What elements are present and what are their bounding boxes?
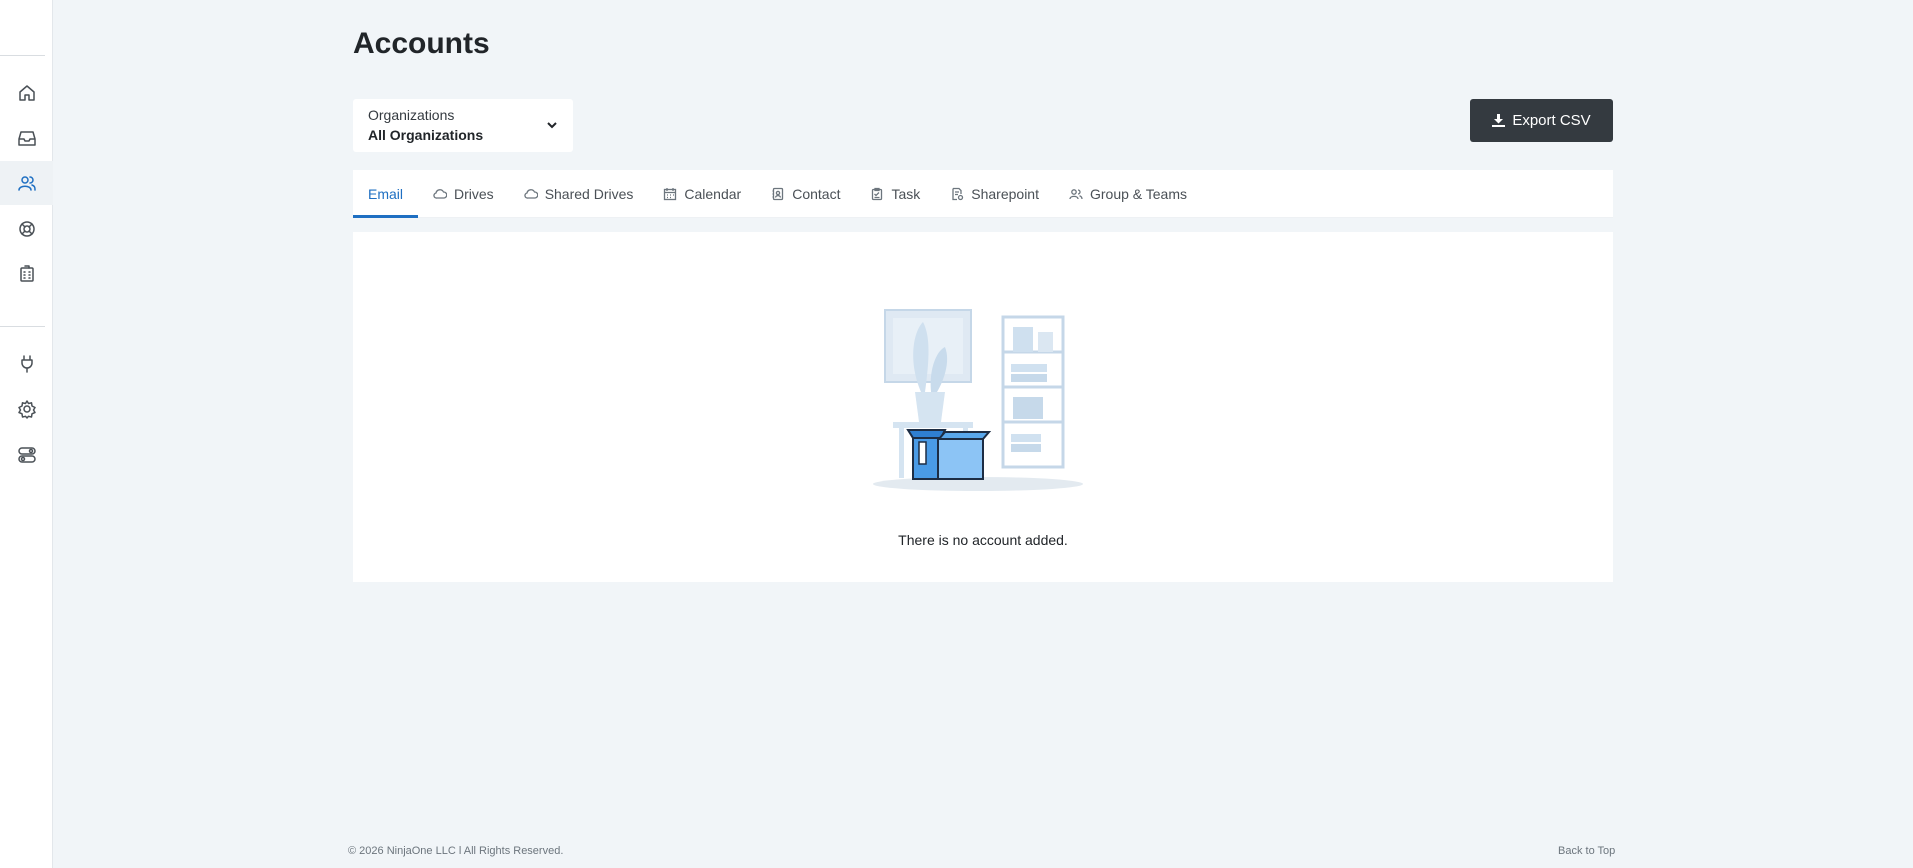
tab-email[interactable]: Email xyxy=(353,170,419,218)
sidebar xyxy=(0,0,53,868)
organization-select-value: All Organizations xyxy=(368,127,484,143)
tab-contact[interactable]: Contact xyxy=(756,170,855,217)
tab-label: Sharepoint xyxy=(971,185,1039,202)
sharepoint-icon xyxy=(952,187,964,200)
sidebar-item-settings[interactable] xyxy=(0,387,53,431)
sidebar-item-building[interactable] xyxy=(0,252,53,296)
tab-label: Email xyxy=(368,185,404,202)
page-title: Accounts xyxy=(353,27,490,60)
tab-label: Drives xyxy=(454,185,494,202)
tab-calendar[interactable]: Calendar xyxy=(648,170,756,217)
cloud-icon xyxy=(433,188,448,199)
tab-label: Task xyxy=(891,185,921,202)
task-icon xyxy=(872,187,883,200)
sidebar-divider xyxy=(0,326,45,327)
sidebar-item-inbox[interactable] xyxy=(0,116,53,160)
support-icon xyxy=(18,221,35,237)
account-tabs: Email Drives Shared Drives Calendar Cont… xyxy=(353,170,1613,218)
tab-label: Shared Drives xyxy=(544,185,634,202)
export-csv-button[interactable]: Export CSV xyxy=(1470,99,1613,142)
group-icon xyxy=(1069,188,1083,199)
cloud-icon xyxy=(524,188,538,199)
toggle-icon xyxy=(17,447,36,463)
chevron-down-icon xyxy=(545,118,559,132)
contact-icon xyxy=(772,187,784,200)
tab-sharepoint[interactable]: Sharepoint xyxy=(935,170,1054,217)
sidebar-item-support[interactable] xyxy=(0,207,53,251)
sidebar-item-integrations[interactable] xyxy=(0,342,53,386)
empty-box-illustration xyxy=(873,309,1083,491)
download-icon xyxy=(1492,114,1506,127)
sidebar-item-toggles[interactable] xyxy=(0,433,53,477)
tab-label: Group & Teams xyxy=(1089,185,1187,202)
sidebar-divider xyxy=(0,55,45,56)
tab-group-teams[interactable]: Group & Teams xyxy=(1054,170,1202,217)
footer-copyright: © 2026 NinjaOne LLC l All Rights Reserve… xyxy=(348,845,564,857)
tab-label: Calendar xyxy=(684,185,742,202)
calendar-icon xyxy=(664,187,677,200)
sidebar-item-home[interactable] xyxy=(0,71,53,115)
accounts-panel: There is no account added. xyxy=(353,232,1613,582)
inbox-icon xyxy=(17,131,36,146)
export-csv-label: Export CSV xyxy=(1512,112,1591,129)
users-icon xyxy=(17,176,36,191)
plug-icon xyxy=(20,355,33,373)
organization-select[interactable]: Organizations All Organizations xyxy=(353,99,573,152)
tab-label: Contact xyxy=(792,185,841,202)
home-icon xyxy=(18,85,35,101)
back-to-top-link[interactable]: Back to Top xyxy=(1558,845,1615,857)
tab-drives[interactable]: Drives xyxy=(418,170,509,217)
gear-icon xyxy=(17,400,36,419)
tab-task[interactable]: Task xyxy=(855,170,935,217)
empty-state-message: There is no account added. xyxy=(898,532,1068,548)
building-icon xyxy=(19,265,34,282)
tab-shared-drives[interactable]: Shared Drives xyxy=(509,170,649,217)
organization-select-label: Organizations xyxy=(368,107,455,123)
sidebar-item-users[interactable] xyxy=(0,161,53,205)
